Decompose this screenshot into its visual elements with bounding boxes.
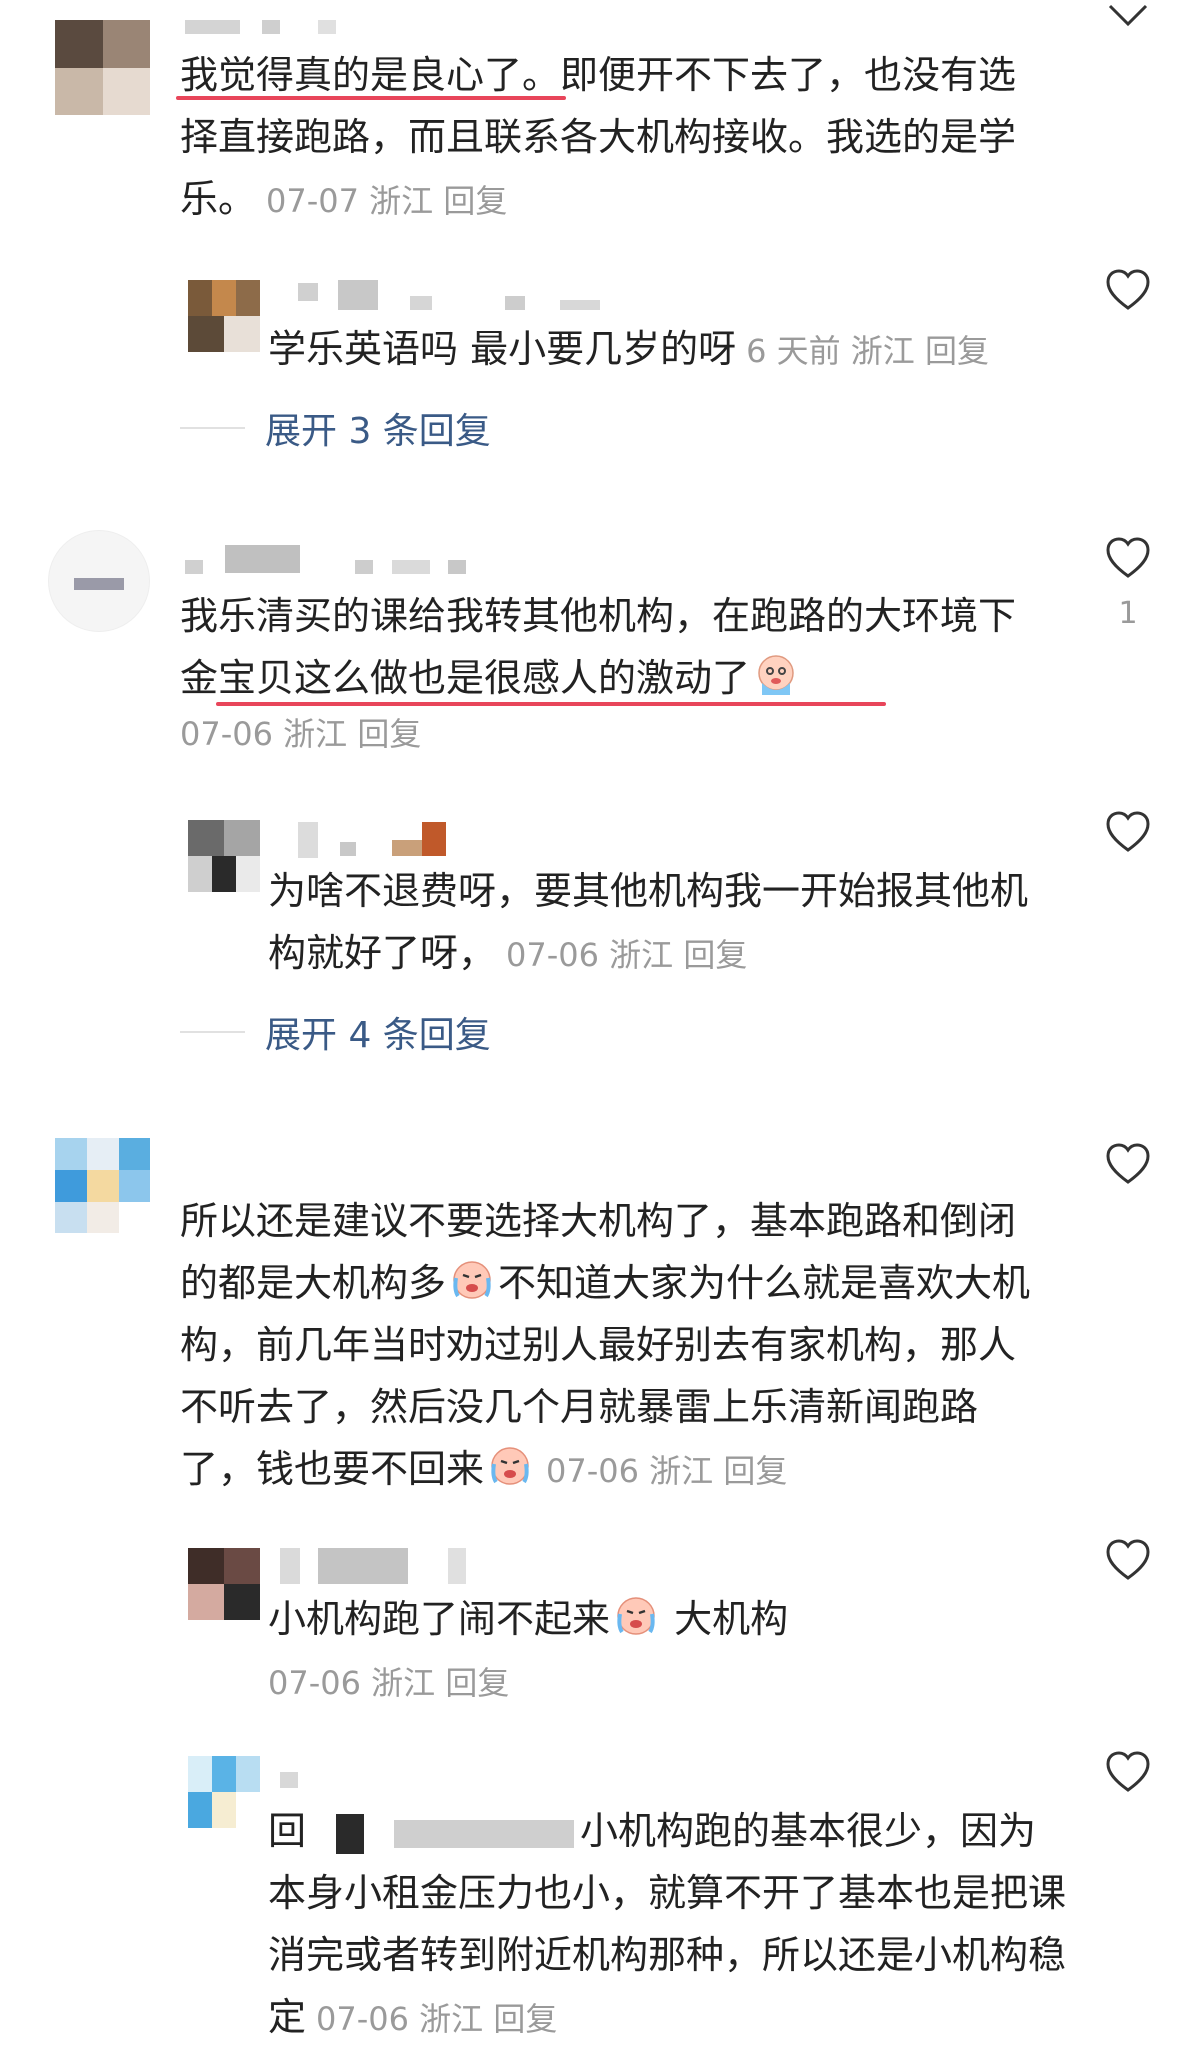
reply-body[interactable]: 为啥不退费呀，要其他机构我一开始报其他机构就好了呀， 07-06 浙江 回复 (268, 860, 1058, 986)
avatar[interactable] (55, 1138, 150, 1233)
username-redacted (410, 296, 432, 310)
avatar[interactable] (48, 530, 150, 632)
comment-text: 所以还是建议不要选择大机构了，基本跑路和倒闭的都是大机构多 不知道大家为什么就是喜… (180, 1190, 1040, 1502)
expand-replies-button[interactable]: 展开 3 条回复 (180, 402, 491, 454)
reply-text: 回小机构跑的基本很少，因为本身小租金压力也小，就算不开了基本也是把课消完或者转到… (268, 1800, 1068, 2050)
crying-face-emoji (453, 1261, 491, 1299)
username-redacted (280, 1772, 298, 1788)
avatar[interactable] (55, 20, 150, 115)
username-redacted (392, 840, 422, 856)
username-redacted (448, 1548, 466, 1584)
divider (180, 427, 245, 429)
avatar[interactable] (188, 1756, 260, 1828)
username-redacted (338, 280, 378, 310)
username-redacted (318, 1548, 408, 1584)
avatar[interactable] (188, 820, 260, 892)
expand-replies-label: 展开 3 条回复 (265, 411, 491, 452)
username-redacted (262, 20, 280, 34)
username-redacted (355, 560, 373, 574)
heart-outline-icon[interactable] (1104, 808, 1152, 856)
reply-body[interactable]: 小机构跑了闹不起来 大机构 07-06 浙江 回复 (268, 1588, 1058, 1708)
comment-meta[interactable]: 07-07 浙江 回复 (266, 182, 507, 220)
reply-to-prefix[interactable]: 回 (268, 1809, 306, 1853)
reply-text-content: 大机构 (662, 1597, 789, 1641)
crying-face-emoji (617, 1597, 655, 1635)
divider (180, 1031, 245, 1033)
reply-text: 小机构跑了闹不起来 大机构 (268, 1588, 1058, 1650)
reply-meta[interactable]: 07-06 浙江 回复 (268, 1658, 1058, 1708)
heart-outline-icon[interactable] (1104, 1748, 1152, 1796)
highlight-underline (176, 96, 566, 100)
crying-face-emoji (758, 655, 794, 695)
username-redacted (505, 296, 525, 310)
username-redacted (185, 20, 240, 34)
heart-outline-icon[interactable] (1104, 534, 1152, 582)
comment-body[interactable]: 我觉得真的是良心了。即便开不下去了，也没有选择直接跑路，而且联系各大机构接收。我… (180, 44, 1030, 232)
heart-outline-icon[interactable] (1104, 1140, 1152, 1188)
comment-meta[interactable]: 07-06 浙江 回复 (546, 1452, 787, 1490)
reply-text-content: 学乐英语吗 最小要几岁的呀 (268, 327, 737, 371)
comment-text: 我觉得真的是良心了。即便开不下去了，也没有选择直接跑路，而且联系各大机构接收。我… (180, 44, 1030, 232)
reply-body[interactable]: 学乐英语吗 最小要几岁的呀 6 天前 浙江 回复 (268, 318, 1068, 382)
reply-text: 学乐英语吗 最小要几岁的呀 6 天前 浙江 回复 (268, 318, 1068, 382)
highlight-underline (216, 702, 886, 706)
username-redacted (560, 300, 600, 310)
expand-replies-label: 展开 4 条回复 (265, 1015, 491, 1056)
username-redacted (340, 842, 356, 856)
avatar[interactable] (188, 1548, 260, 1620)
comment-text-content: 我乐清买的课给我转其他机构，在跑路的大环境下金宝贝这么做也是很感人的激动了 (180, 594, 1017, 700)
crying-face-emoji (491, 1447, 529, 1485)
username-redacted (394, 1820, 575, 1848)
username-redacted (448, 560, 466, 574)
chevron-down-icon[interactable] (1104, 0, 1152, 36)
username-redacted (225, 545, 300, 573)
reply-text: 为啥不退费呀，要其他机构我一开始报其他机构就好了呀， 07-06 浙江 回复 (268, 860, 1058, 986)
heart-outline-icon[interactable] (1104, 266, 1152, 314)
username-redacted (298, 822, 318, 858)
comment-body[interactable]: 所以还是建议不要选择大机构了，基本跑路和倒闭的都是大机构多 不知道大家为什么就是喜… (180, 1190, 1040, 1502)
expand-replies-button[interactable]: 展开 4 条回复 (180, 1006, 491, 1058)
reply-body[interactable]: 回小机构跑的基本很少，因为本身小租金压力也小，就算不开了基本也是把课消完或者转到… (268, 1800, 1068, 2050)
avatar[interactable] (188, 280, 260, 352)
username-redacted (422, 822, 446, 856)
heart-outline-icon[interactable] (1104, 1536, 1152, 1584)
username-redacted (298, 283, 318, 301)
comment-meta[interactable]: 07-06 浙江 回复 (180, 709, 1040, 759)
like-count: 1 (1118, 596, 1138, 631)
comment-text: 我乐清买的课给我转其他机构，在跑路的大环境下金宝贝这么做也是很感人的激动了 (180, 585, 1040, 709)
username-redacted (280, 1548, 300, 1584)
reply-meta[interactable]: 07-06 浙江 回复 (506, 936, 747, 974)
username-redacted (336, 1814, 365, 1854)
username-redacted (318, 20, 336, 34)
reply-meta[interactable]: 6 天前 浙江 回复 (746, 332, 989, 370)
reply-meta[interactable]: 07-06 浙江 回复 (316, 2000, 557, 2038)
username-redacted (392, 560, 430, 574)
comment-body[interactable]: 我乐清买的课给我转其他机构，在跑路的大环境下金宝贝这么做也是很感人的激动了 07… (180, 585, 1040, 759)
username-redacted (185, 560, 203, 574)
reply-text-content: 小机构跑了闹不起来 (268, 1597, 611, 1641)
